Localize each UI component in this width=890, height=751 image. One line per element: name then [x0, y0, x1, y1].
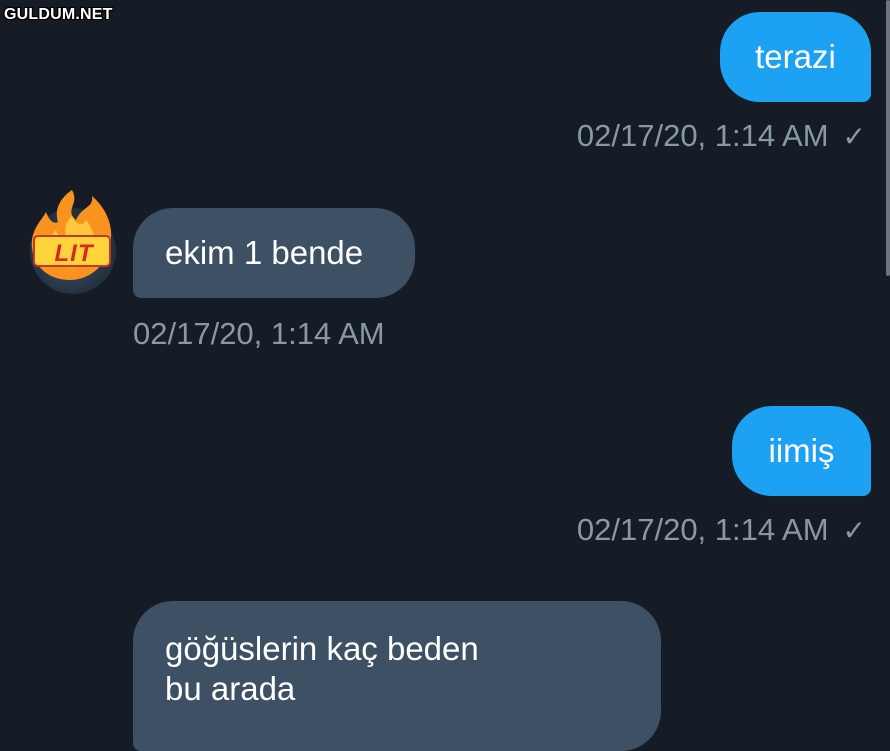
- message-text: ekim 1 bende: [165, 234, 364, 271]
- message-bubble-outgoing[interactable]: terazi: [720, 12, 871, 102]
- lit-badge-text: LIT: [54, 240, 94, 267]
- message-text: göğüslerin kaç beden bu arada: [165, 629, 479, 709]
- message-line: bu arada: [165, 670, 296, 707]
- timestamp-text: 02/17/20, 1:14 AM: [576, 512, 829, 547]
- message-timestamp: 02/17/20, 1:14 AM ✓: [577, 512, 866, 548]
- scrollbar[interactable]: [886, 0, 890, 276]
- message-text: iimiş: [768, 432, 835, 469]
- message-timestamp: 02/17/20, 1:14 AM ✓: [577, 118, 866, 154]
- message-line: göğüslerin kaç beden: [165, 630, 479, 667]
- checkmark-icon: ✓: [842, 515, 866, 546]
- message-bubble-incoming[interactable]: göğüslerin kaç beden bu arada: [133, 601, 661, 751]
- message-bubble-outgoing[interactable]: iimiş: [732, 406, 871, 496]
- checkmark-icon: ✓: [842, 121, 866, 152]
- timestamp-text: 02/17/20, 1:14 AM: [576, 118, 829, 153]
- watermark: GULDUM.NET: [4, 6, 113, 23]
- message-text: terazi: [755, 38, 836, 75]
- fire-lit-icon: [31, 190, 112, 280]
- message-bubble-incoming[interactable]: ekim 1 bende: [133, 208, 415, 298]
- timestamp-text: 02/17/20, 1:14 AM: [133, 316, 385, 351]
- avatar[interactable]: LIT: [30, 190, 116, 294]
- message-timestamp: 02/17/20, 1:14 AM: [133, 316, 385, 352]
